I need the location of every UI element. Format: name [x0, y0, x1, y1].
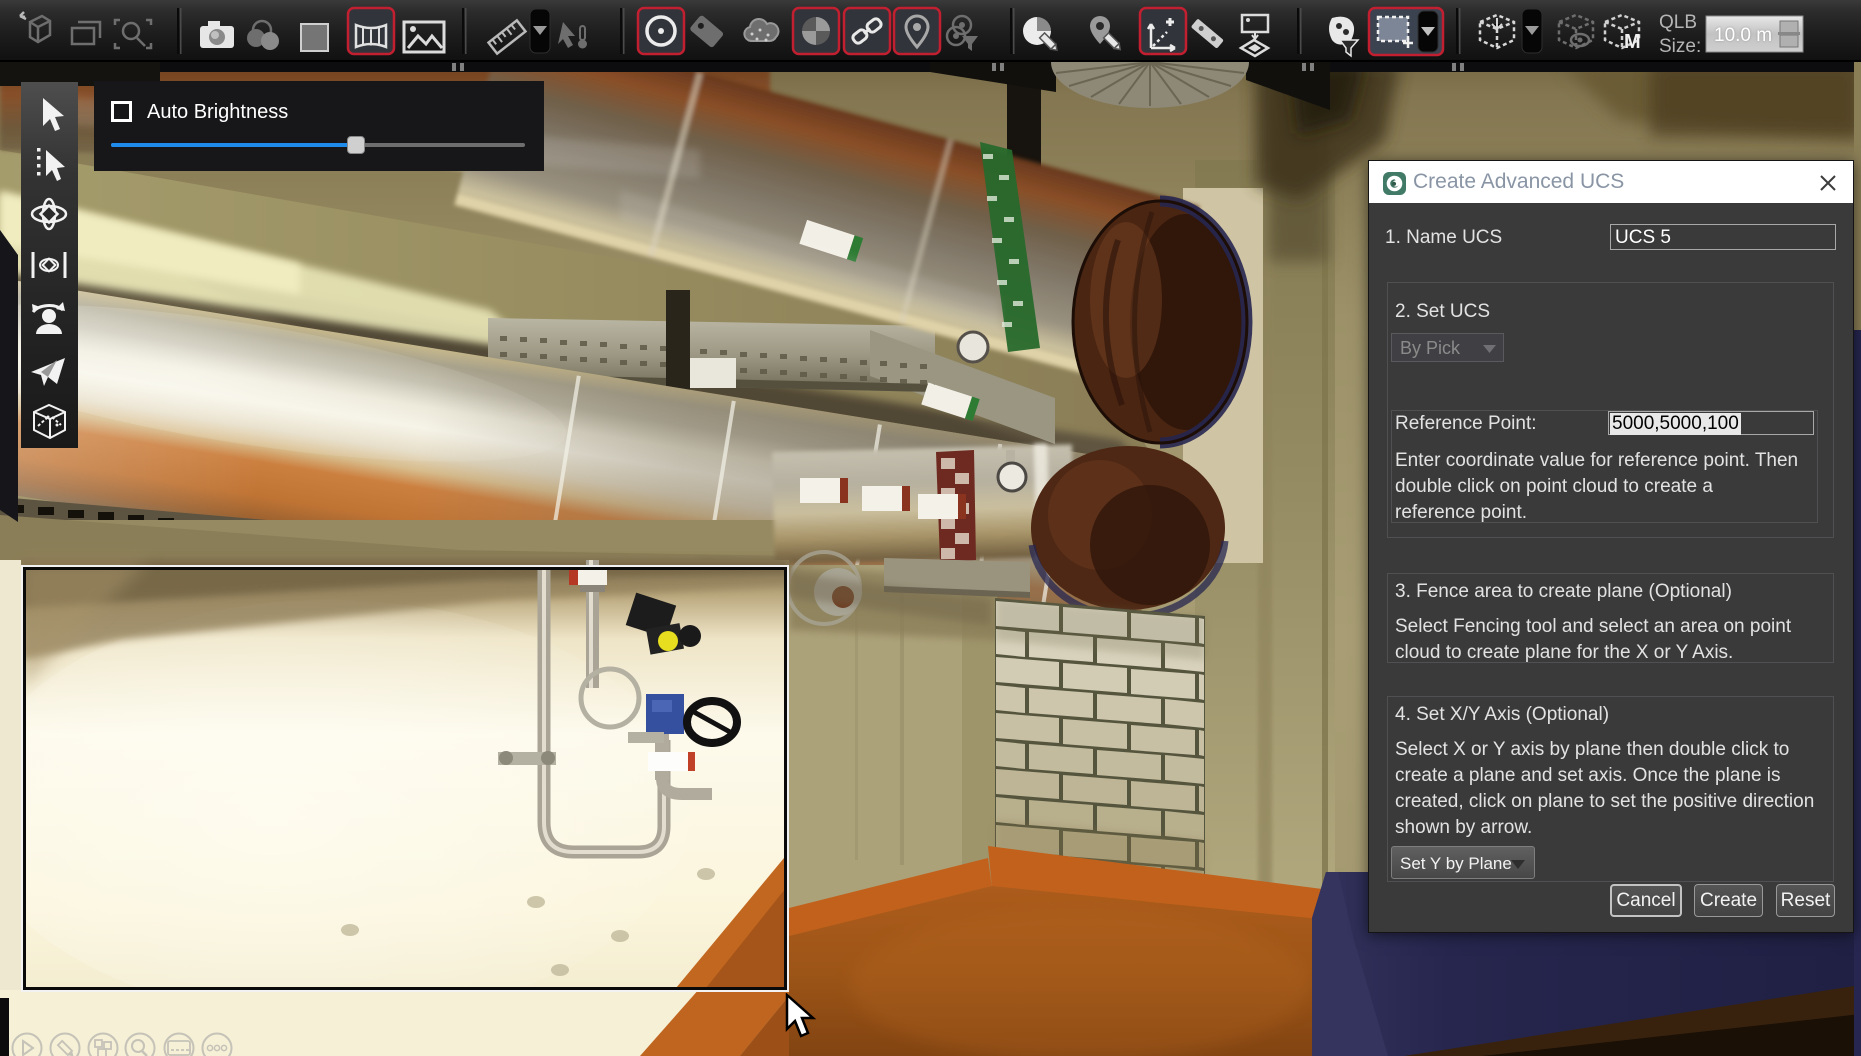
- svg-text:Size:: Size:: [1659, 36, 1701, 57]
- svg-text:M: M: [1624, 31, 1641, 53]
- svg-text:QLB: QLB: [1659, 12, 1697, 33]
- svg-text:10.0 m: 10.0 m: [1714, 25, 1772, 46]
